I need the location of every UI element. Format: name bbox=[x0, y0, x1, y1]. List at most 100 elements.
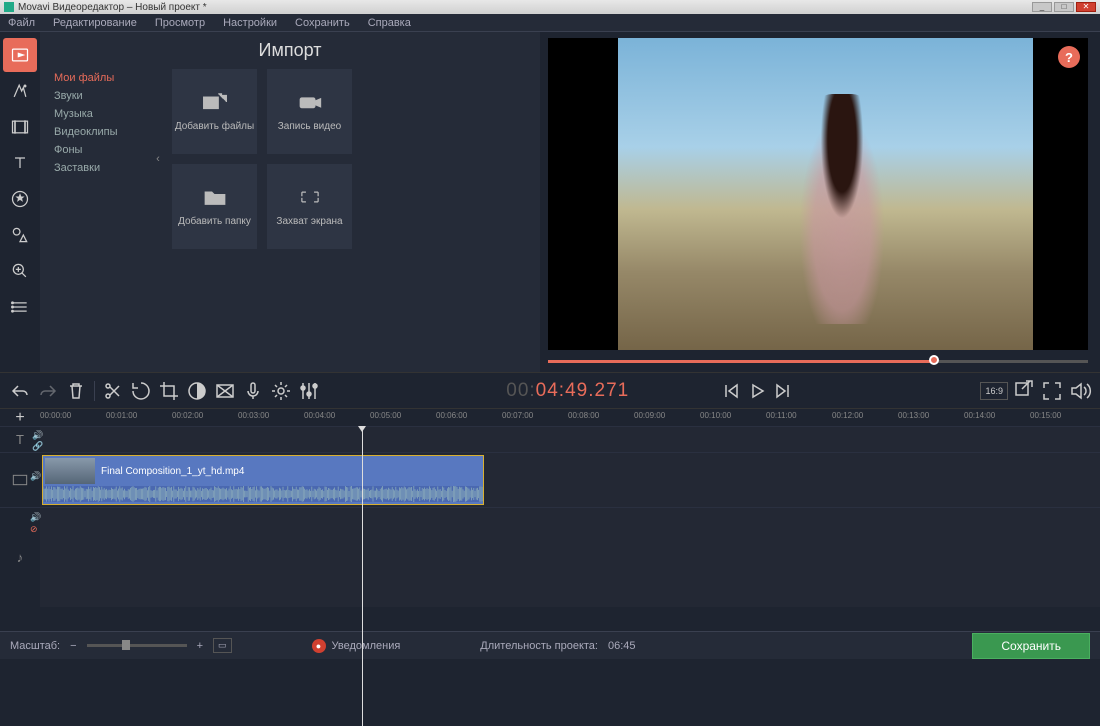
equalizer-button[interactable] bbox=[297, 379, 321, 403]
app-icon bbox=[4, 2, 14, 12]
undo-button[interactable] bbox=[8, 379, 32, 403]
add-files-tile[interactable]: Добавить файлы bbox=[172, 69, 257, 154]
menu-file[interactable]: Файл bbox=[8, 17, 35, 29]
ruler-tick: 00:08:00 bbox=[568, 411, 599, 420]
clip-properties-button[interactable] bbox=[269, 379, 293, 403]
color-button[interactable] bbox=[185, 379, 209, 403]
notifications-button[interactable]: ● Уведомления bbox=[312, 639, 401, 653]
play-button[interactable] bbox=[745, 379, 769, 403]
ruler-tick: 00:06:00 bbox=[436, 411, 467, 420]
menubar: Файл Редактирование Просмотр Настройки С… bbox=[0, 14, 1100, 32]
prev-frame-button[interactable] bbox=[719, 379, 743, 403]
scrubber[interactable] bbox=[548, 358, 1088, 366]
preview-image bbox=[618, 38, 1033, 350]
record-video-label: Запись видео bbox=[278, 121, 341, 132]
duration-label: Длительность проекта: bbox=[480, 640, 598, 652]
add-folder-label: Добавить папку bbox=[178, 216, 251, 227]
cat-backgrounds[interactable]: Фоны bbox=[54, 141, 150, 159]
ruler-tick: 00:11:00 bbox=[766, 411, 797, 420]
ruler-tick: 00:01:00 bbox=[106, 411, 137, 420]
window-title: Movavi Видеоредактор – Новый проект * bbox=[18, 2, 207, 13]
ruler-tick: 00:15:00 bbox=[1030, 411, 1061, 420]
split-button[interactable] bbox=[101, 379, 125, 403]
fullscreen-button[interactable] bbox=[1040, 379, 1064, 403]
ruler-tick: 00:14:00 bbox=[964, 411, 995, 420]
titlebar: Movavi Видеоредактор – Новый проект * _ … bbox=[0, 0, 1100, 14]
menu-view[interactable]: Просмотр bbox=[155, 17, 205, 29]
statusbar: Масштаб: − + ▭ ● Уведомления Длительност… bbox=[0, 631, 1100, 659]
video-clip[interactable]: Final Composition_1_yt_hd.mp4 bbox=[42, 455, 484, 505]
screen-capture-tile[interactable]: Захват экрана bbox=[267, 164, 352, 249]
zoom-tab[interactable] bbox=[3, 254, 37, 288]
camera-icon bbox=[297, 91, 323, 113]
preview-frame[interactable] bbox=[548, 38, 1088, 350]
import-title: Импорт bbox=[40, 40, 540, 61]
next-frame-button[interactable] bbox=[771, 379, 795, 403]
shapes-tab[interactable] bbox=[3, 218, 37, 252]
ruler-tick: 00:05:00 bbox=[370, 411, 401, 420]
cat-sounds[interactable]: Звуки bbox=[54, 87, 150, 105]
rotate-button[interactable] bbox=[129, 379, 153, 403]
clip-waveform bbox=[43, 486, 483, 502]
stickers-tab[interactable] bbox=[3, 182, 37, 216]
zoom-in-button[interactable]: + bbox=[197, 640, 203, 652]
maximize-button[interactable]: □ bbox=[1054, 2, 1074, 12]
clip-name: Final Composition_1_yt_hd.mp4 bbox=[101, 466, 244, 477]
transition-button[interactable] bbox=[213, 379, 237, 403]
fit-button[interactable]: ▭ bbox=[213, 638, 232, 653]
redo-button[interactable] bbox=[36, 379, 60, 403]
delete-button[interactable] bbox=[64, 379, 88, 403]
ruler-tick: 00:00:00 bbox=[40, 411, 71, 420]
crop-button[interactable] bbox=[157, 379, 181, 403]
ruler-tick: 00:09:00 bbox=[634, 411, 665, 420]
video-track[interactable]: 🔊 Final Composition_1_yt_hd.mp4 bbox=[0, 452, 1100, 507]
import-tab[interactable] bbox=[3, 38, 37, 72]
cat-videoclips[interactable]: Видеоклипы bbox=[54, 123, 150, 141]
transitions-tab[interactable] bbox=[3, 110, 37, 144]
detach-button[interactable] bbox=[1012, 379, 1036, 403]
zoom-slider[interactable] bbox=[87, 644, 187, 647]
add-files-icon bbox=[202, 91, 228, 113]
aspect-ratio-button[interactable]: 16:9 bbox=[980, 382, 1008, 400]
help-button[interactable]: ? bbox=[1058, 46, 1080, 68]
collapse-panel-button[interactable]: ‹ bbox=[150, 69, 166, 249]
cat-my-files[interactable]: Мои файлы bbox=[54, 69, 150, 87]
filters-tab[interactable] bbox=[3, 74, 37, 108]
close-button[interactable]: ✕ bbox=[1076, 2, 1096, 12]
menu-help[interactable]: Справка bbox=[368, 17, 411, 29]
timeline-ruler[interactable]: 00:00:0000:01:0000:02:0000:03:0000:04:00… bbox=[40, 409, 1100, 426]
minimize-button[interactable]: _ bbox=[1032, 2, 1052, 12]
add-files-label: Добавить файлы bbox=[175, 121, 254, 132]
volume-button[interactable] bbox=[1068, 379, 1092, 403]
video-track-icon bbox=[12, 474, 28, 486]
duration-value: 06:45 bbox=[608, 640, 636, 652]
zoom-label: Масштаб: bbox=[10, 640, 60, 652]
clip-thumbnail bbox=[45, 458, 95, 484]
record-video-tile[interactable]: Запись видео bbox=[267, 69, 352, 154]
add-folder-tile[interactable]: Добавить папку bbox=[172, 164, 257, 249]
screen-capture-label: Захват экрана bbox=[276, 216, 342, 227]
ruler-tick: 00:04:00 bbox=[304, 411, 335, 420]
scrub-handle[interactable] bbox=[929, 355, 939, 365]
audio-track[interactable]: ♪ 🔊 ⊘ bbox=[0, 507, 1100, 607]
left-toolbar bbox=[0, 32, 40, 372]
menu-edit[interactable]: Редактирование bbox=[53, 17, 137, 29]
ruler-tick: 00:13:00 bbox=[898, 411, 929, 420]
zoom-out-button[interactable]: − bbox=[70, 640, 76, 652]
ruler-tick: 00:03:00 bbox=[238, 411, 269, 420]
ruler-tick: 00:10:00 bbox=[700, 411, 731, 420]
menu-save[interactable]: Сохранить bbox=[295, 17, 350, 29]
menu-settings[interactable]: Настройки bbox=[223, 17, 277, 29]
titles-track[interactable]: T 🔊 🔗 bbox=[0, 426, 1100, 452]
titles-tab[interactable] bbox=[3, 146, 37, 180]
add-track-button[interactable]: + bbox=[0, 409, 40, 426]
ruler-tick: 00:12:00 bbox=[832, 411, 863, 420]
cat-music[interactable]: Музыка bbox=[54, 105, 150, 123]
cat-intros[interactable]: Заставки bbox=[54, 159, 150, 177]
timeline: T 🔊 🔗 🔊 Final Composition_1_yt_hd.mp4 bbox=[0, 426, 1100, 607]
save-button[interactable]: Сохранить bbox=[972, 633, 1090, 659]
timecode: 00:04:49.271 bbox=[506, 380, 629, 402]
more-tab[interactable] bbox=[3, 290, 37, 324]
record-audio-button[interactable] bbox=[241, 379, 265, 403]
import-panel: Импорт Мои файлы Звуки Музыка Видеоклипы… bbox=[40, 32, 540, 372]
